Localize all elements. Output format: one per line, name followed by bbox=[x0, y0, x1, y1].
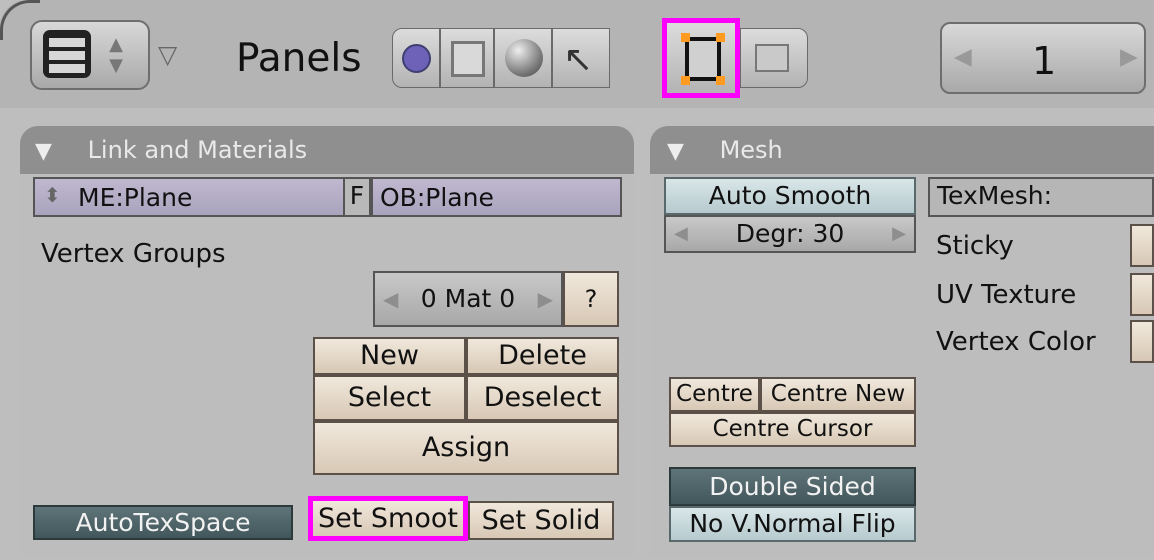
object-icon-button[interactable]: ↖ bbox=[552, 28, 610, 88]
frame-field[interactable]: ◀ 1 ▶ bbox=[940, 22, 1146, 94]
panels-label: Panels bbox=[236, 36, 362, 81]
panel-title: Mesh bbox=[719, 136, 783, 164]
mesh-header[interactable]: ▼ Mesh bbox=[650, 126, 1154, 174]
assign-material-button[interactable]: Assign bbox=[313, 421, 619, 475]
centre-new-button[interactable]: Centre New bbox=[760, 377, 916, 412]
set-smooth-button[interactable]: Set Smoot bbox=[308, 496, 468, 541]
auto-smooth-toggle[interactable]: Auto Smooth bbox=[664, 177, 916, 215]
panel-title: Link and Materials bbox=[87, 136, 308, 164]
editor-type-spinner-icon: ▲ ▼ bbox=[109, 34, 123, 76]
delete-material-button[interactable]: Delete bbox=[466, 337, 619, 375]
object-name: OB:Plane bbox=[380, 183, 494, 212]
frame-value: 1 bbox=[1032, 39, 1057, 83]
mesh-name: ME:Plane bbox=[78, 183, 193, 212]
logic-icon bbox=[402, 44, 431, 73]
no-vnormal-flip-toggle[interactable]: No V.Normal Flip bbox=[669, 506, 916, 542]
sticky-label: Sticky bbox=[936, 231, 1014, 261]
logic-icon-button[interactable] bbox=[392, 28, 440, 88]
sticky-button[interactable] bbox=[1130, 224, 1154, 267]
select-material-button[interactable]: Select bbox=[313, 375, 466, 421]
vertex-groups-label: Vertex Groups bbox=[41, 239, 226, 269]
object-datablock-field[interactable]: OB:Plane bbox=[371, 177, 622, 217]
material-index-value: 0 Mat 0 bbox=[420, 284, 516, 313]
fake-user-toggle[interactable]: F bbox=[343, 177, 371, 217]
material-index-field[interactable]: ◀ 0 Mat 0 ▶ bbox=[373, 271, 563, 327]
editing-icon-button[interactable] bbox=[662, 18, 740, 98]
double-sided-toggle[interactable]: Double Sided bbox=[669, 467, 916, 506]
deselect-material-button[interactable]: Deselect bbox=[466, 375, 619, 421]
frame-next-icon[interactable]: ▶ bbox=[1120, 44, 1138, 70]
autotexspace-button[interactable]: AutoTexSpace bbox=[33, 505, 293, 540]
panels-dropdown-icon[interactable]: ▽ bbox=[158, 42, 188, 68]
script-icon-button[interactable] bbox=[440, 28, 494, 88]
material-prev-icon[interactable]: ◀ bbox=[383, 273, 398, 325]
collapse-triangle-icon: ▼ bbox=[35, 139, 52, 164]
material-next-icon[interactable]: ▶ bbox=[538, 273, 553, 325]
vertex-color-label: Vertex Color bbox=[936, 327, 1096, 357]
editor-type-icon bbox=[43, 30, 91, 78]
centre-button[interactable]: Centre bbox=[669, 377, 760, 412]
shading-icon-button[interactable] bbox=[494, 28, 552, 88]
uv-texture-button[interactable] bbox=[1130, 273, 1154, 316]
degree-next-icon[interactable]: ▶ bbox=[892, 217, 906, 251]
mesh-datablock-field[interactable]: ⬍ ME:Plane bbox=[33, 177, 361, 217]
vertex-color-button[interactable] bbox=[1130, 320, 1154, 363]
degree-value: Degr: 30 bbox=[735, 219, 845, 248]
collapse-triangle-icon: ▼ bbox=[667, 139, 684, 164]
material-sphere-icon bbox=[505, 39, 543, 77]
texmesh-field[interactable]: TexMesh: bbox=[928, 177, 1154, 217]
frame-prev-icon[interactable]: ◀ bbox=[954, 44, 972, 70]
centre-cursor-button[interactable]: Centre Cursor bbox=[669, 412, 916, 447]
new-material-button[interactable]: New bbox=[313, 337, 466, 375]
mesh-edit-icon bbox=[685, 37, 721, 81]
object-axis-icon: ↖ bbox=[563, 39, 594, 80]
datablock-spinner-icon: ⬍ bbox=[44, 183, 61, 207]
degree-prev-icon[interactable]: ◀ bbox=[674, 217, 688, 251]
scene-icon-button[interactable] bbox=[740, 28, 808, 88]
smooth-degree-field[interactable]: ◀ Degr: 30 ▶ bbox=[664, 215, 916, 253]
material-help-button[interactable]: ? bbox=[563, 271, 619, 327]
uv-texture-label: UV Texture bbox=[936, 280, 1077, 310]
link-materials-header[interactable]: ▼ Link and Materials bbox=[20, 126, 634, 174]
set-solid-button[interactable]: Set Solid bbox=[468, 501, 614, 540]
script-icon bbox=[451, 41, 485, 77]
scene-image-icon bbox=[755, 44, 789, 72]
